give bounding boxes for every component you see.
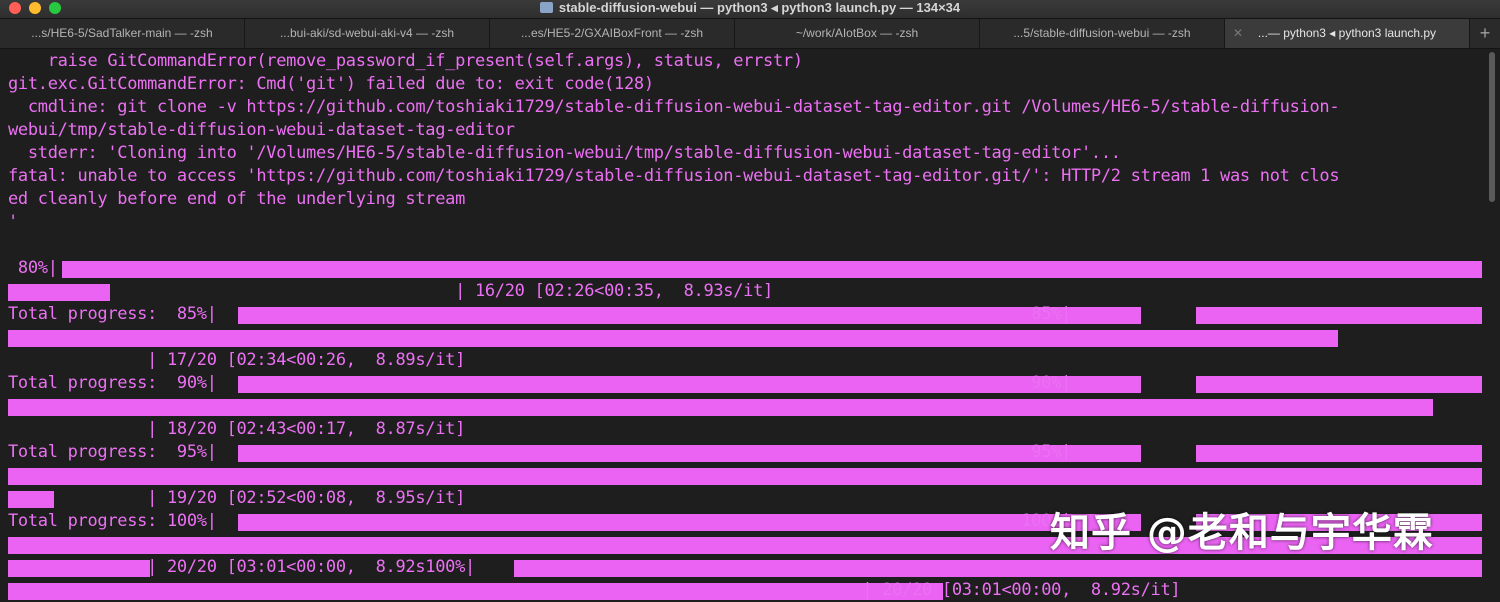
terminal-line: Total progress: 100%| 100%| [8,510,1071,533]
progress-bar [8,468,1482,485]
progress-bar [1196,445,1482,462]
progress-bar [1196,307,1482,324]
terminal-line: | 19/20 [02:52<00:08, 8.95s/it] [8,487,465,510]
tab-label: ...s/HE6-5/SadTalker-main — -zsh [31,26,212,40]
terminal-line: webui/tmp/stable-diffusion-webui-dataset… [8,119,515,142]
tab-python3-launch[interactable]: ✕ ...— python3 ◂ python3 launch.py [1225,19,1470,48]
terminal-line: Total progress: 90%| 90%| [8,372,1071,395]
watermark: 知乎 @老和与宇华霖 [1050,500,1434,558]
terminal-scrollbar[interactable] [1486,50,1498,585]
terminal-line: | 18/20 [02:43<00:17, 8.87s/it] [8,418,465,441]
progress-bar [8,330,1338,347]
tab-aiotbox[interactable]: ~/work/AIotBox — -zsh [735,19,980,48]
tab-label: ...bui-aki/sd-webui-aki-v4 — -zsh [280,26,454,40]
terminal-line: 80%| [8,257,58,280]
tab-label: ...5/stable-diffusion-webui — -zsh [1013,26,1190,40]
progress-bar [8,399,1433,416]
tab-label: ...— python3 ◂ python3 launch.py [1258,26,1436,40]
close-tab-icon[interactable]: ✕ [1233,19,1243,48]
progress-bar [514,560,1482,577]
terminal-line: raise GitCommandError(remove_password_if… [8,50,803,73]
terminal-line: | 17/20 [02:34<00:26, 8.89s/it] [8,349,465,372]
title-bar: stable-diffusion-webui — python3 ◂ pytho… [0,0,1500,19]
progress-bar [1196,376,1482,393]
terminal-line: Total progress: 95%| 95%| [8,441,1071,464]
terminal-line: stderr: 'Cloning into '/Volumes/HE6-5/st… [8,142,1121,165]
terminal-line: ' [8,211,18,234]
tab-label: ~/work/AIotBox — -zsh [796,26,918,40]
tab-label: ...es/HE5-2/GXAIBoxFront — -zsh [521,26,703,40]
tab-sd-webui-aki[interactable]: ...bui-aki/sd-webui-aki-v4 — -zsh [245,19,490,48]
tab-bar: ...s/HE6-5/SadTalker-main — -zsh ...bui-… [0,19,1500,49]
progress-bar [62,261,1482,278]
new-tab-button[interactable]: + [1470,19,1500,48]
terminal-line: ed cleanly before end of the underlying … [8,188,465,211]
terminal-line: Total progress: 85%| 85%| [8,303,1071,326]
terminal-line: git.exc.GitCommandError: Cmd('git') fail… [8,73,654,96]
terminal-line: | 20/20 [03:01<00:00, 8.92s/it] [8,579,1180,602]
terminal-line: | 16/20 [02:26<00:35, 8.93s/it] [8,280,773,303]
window-title-text: stable-diffusion-webui — python3 ◂ pytho… [559,0,960,15]
terminal-line: | 20/20 [03:01<00:00, 8.92s100%| [8,556,475,579]
tab-sadtalker[interactable]: ...s/HE6-5/SadTalker-main — -zsh [0,19,245,48]
folder-icon [540,2,553,13]
scrollbar-thumb[interactable] [1489,52,1495,202]
terminal-line: fatal: unable to access 'https://github.… [8,165,1339,188]
window-title: stable-diffusion-webui — python3 ◂ pytho… [0,0,1500,18]
tab-gxaiboxfront[interactable]: ...es/HE5-2/GXAIBoxFront — -zsh [490,19,735,48]
tab-stable-diffusion-zsh[interactable]: ...5/stable-diffusion-webui — -zsh [980,19,1225,48]
terminal-line: cmdline: git clone -v https://github.com… [8,96,1339,119]
